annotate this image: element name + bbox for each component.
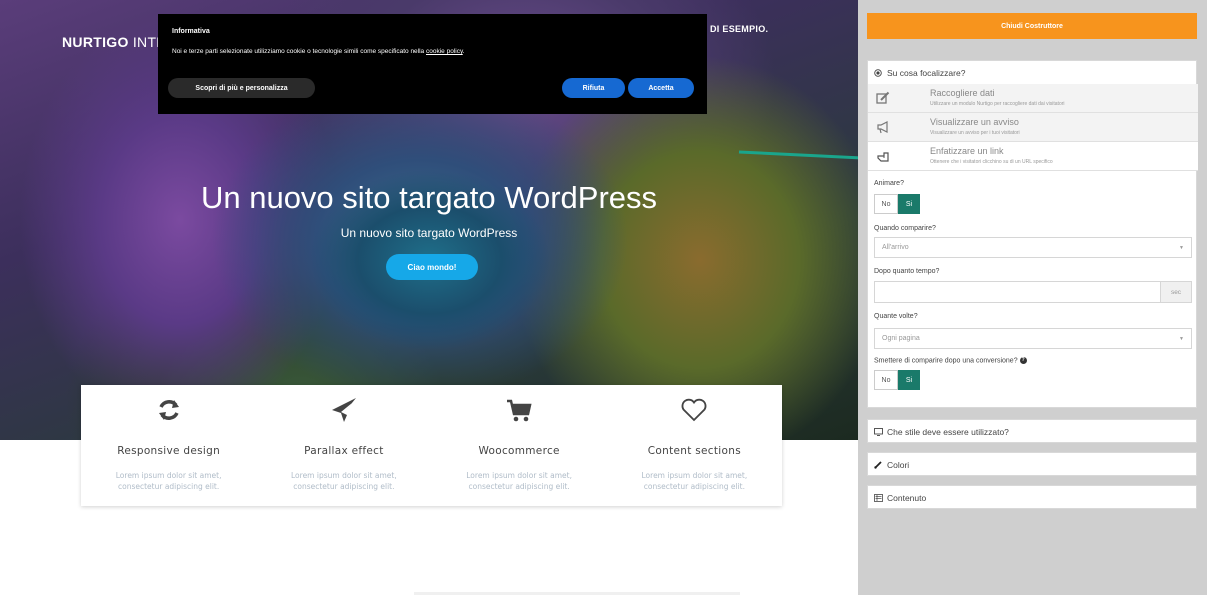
- brand-bold: NURTIGO: [62, 34, 129, 50]
- hero-section: NURTIGO INTEG DI ESEMPIO. Un nuovo sito …: [0, 0, 858, 440]
- feature-title: Woocommerce: [478, 445, 560, 457]
- feature-item: Parallax effect Lorem ipsum dolor sit am…: [256, 385, 431, 506]
- arrow-annotation-icon: [738, 150, 874, 165]
- colors-section-title: Colori: [887, 460, 910, 470]
- cookie-reject-button[interactable]: Rifiuta: [562, 78, 625, 98]
- colors-section-header: Colori: [868, 453, 1196, 477]
- delay-unit: sec: [1160, 282, 1191, 302]
- hero-cta-button[interactable]: Ciao mondo!: [386, 254, 478, 280]
- paper-plane-icon: [256, 397, 431, 425]
- option-title: Enfatizzare un link: [930, 146, 1004, 156]
- nav-menu-item[interactable]: DI ESEMPIO.: [710, 24, 768, 34]
- feature-description: Lorem ipsum dolor sit amet, consectetur …: [466, 471, 572, 491]
- hero-subtitle: Un nuovo sito targato WordPress: [340, 226, 518, 240]
- stop-yes-button[interactable]: Si: [898, 370, 920, 390]
- option-description: Ottenere che i visitatori clicchino su d…: [930, 159, 1053, 165]
- cookie-text-body: Noi e terze parti selezionate utilizziam…: [172, 48, 425, 55]
- cookie-customize-button[interactable]: Scopri di più e personalizza: [168, 78, 315, 98]
- animate-yes-button[interactable]: Si: [898, 194, 920, 214]
- stop-no-button[interactable]: No: [874, 370, 898, 390]
- cookie-text-end: .: [462, 48, 465, 55]
- focus-panel-title: Su cosa focalizzare?: [887, 68, 966, 78]
- brush-icon: [874, 461, 884, 469]
- chevron-down-icon: ▼: [1179, 336, 1184, 342]
- feature-title: Responsive design: [117, 445, 221, 457]
- pointer-hand-icon: [876, 149, 890, 163]
- megaphone-icon: [876, 120, 890, 134]
- delay-label: Dopo quanto tempo?: [874, 268, 940, 275]
- builder-sidebar: Chiudi Costruttore Su cosa focalizzare? …: [858, 0, 1207, 595]
- when-select-value: All'arrivo: [882, 244, 909, 251]
- style-section[interactable]: Che stile deve essere utilizzato?: [867, 419, 1197, 443]
- style-section-title: Che stile deve essere utilizzato?: [887, 427, 1009, 437]
- animate-toggle: No Si: [874, 194, 920, 214]
- focus-options: Raccogliere dati Utilizzare un modulo Nu…: [868, 84, 1198, 171]
- list-icon: [874, 494, 884, 502]
- colors-section[interactable]: Colori: [867, 452, 1197, 476]
- help-icon[interactable]: ?: [1019, 357, 1027, 364]
- times-label: Quante volte?: [874, 313, 918, 320]
- times-select-value: Ogni pagina: [882, 335, 920, 342]
- option-show-notice[interactable]: Visualizzare un avviso Visualizzare un a…: [868, 113, 1198, 142]
- feature-title: Content sections: [647, 445, 741, 457]
- option-description: Visualizzare un avviso per i tuoi visita…: [930, 130, 1020, 136]
- option-title: Visualizzare un avviso: [930, 117, 1019, 127]
- feature-item: Responsive design Lorem ipsum dolor sit …: [81, 385, 256, 506]
- animate-label: Animare?: [874, 180, 904, 187]
- style-section-header: Che stile deve essere utilizzato?: [868, 420, 1196, 444]
- option-description: Utilizzare un modulo Nurtigo per raccogl…: [930, 101, 1065, 107]
- stop-label: Smettere di comparire dopo una conversio…: [874, 357, 1027, 364]
- close-builder-button[interactable]: Chiudi Costruttore: [867, 13, 1197, 39]
- option-title: Raccogliere dati: [930, 88, 995, 98]
- option-collect-data[interactable]: Raccogliere dati Utilizzare un modulo Nu…: [868, 84, 1198, 113]
- feature-description: Lorem ipsum dolor sit amet, consectetur …: [291, 471, 397, 491]
- focus-panel-header[interactable]: Su cosa focalizzare?: [868, 61, 1196, 85]
- cookie-text: Noi e terze parti selezionate utilizziam…: [172, 48, 465, 55]
- feature-description: Lorem ipsum dolor sit amet, consectetur …: [641, 471, 748, 491]
- heart-icon: [607, 397, 782, 425]
- cookie-banner: Informativa Noi e terze parti selezionat…: [158, 14, 707, 114]
- features-card: Responsive design Lorem ipsum dolor sit …: [81, 385, 782, 506]
- content-section-header: Contenuto: [868, 486, 1196, 510]
- feature-item: Content sections Lorem ipsum dolor sit a…: [607, 385, 782, 506]
- cookie-title: Informativa: [172, 28, 210, 35]
- hero-title: Un nuovo sito targato WordPress: [200, 180, 658, 215]
- feature-description: Lorem ipsum dolor sit amet, consectetur …: [115, 471, 222, 491]
- option-emphasize-link[interactable]: Enfatizzare un link Ottenere che i visit…: [868, 142, 1198, 171]
- cart-icon: [432, 397, 607, 425]
- stop-label-text: Smettere di comparire dopo una conversio…: [874, 357, 1018, 365]
- content-section-title: Contenuto: [887, 493, 927, 503]
- feature-title: Parallax effect: [304, 445, 384, 457]
- target-icon: [874, 69, 884, 77]
- cookie-accept-button[interactable]: Accetta: [628, 78, 694, 98]
- focus-panel: Su cosa focalizzare? Raccogliere dati Ut…: [867, 60, 1198, 408]
- edit-icon: [876, 91, 890, 105]
- cookie-policy-link[interactable]: cookie policy: [426, 48, 463, 55]
- animate-no-button[interactable]: No: [874, 194, 898, 214]
- delay-input[interactable]: sec: [874, 281, 1192, 303]
- refresh-icon: [81, 397, 256, 425]
- content-section[interactable]: Contenuto: [867, 485, 1197, 509]
- when-select[interactable]: All'arrivo ▼: [874, 237, 1192, 258]
- when-label: Quando comparire?: [874, 225, 936, 232]
- page-root: NURTIGO INTEG DI ESEMPIO. Un nuovo sito …: [0, 0, 1207, 595]
- stop-toggle: No Si: [874, 370, 920, 390]
- times-select[interactable]: Ogni pagina ▼: [874, 328, 1192, 349]
- chevron-down-icon: ▼: [1179, 245, 1184, 251]
- monitor-icon: [874, 428, 884, 436]
- feature-item: Woocommerce Lorem ipsum dolor sit amet, …: [432, 385, 607, 506]
